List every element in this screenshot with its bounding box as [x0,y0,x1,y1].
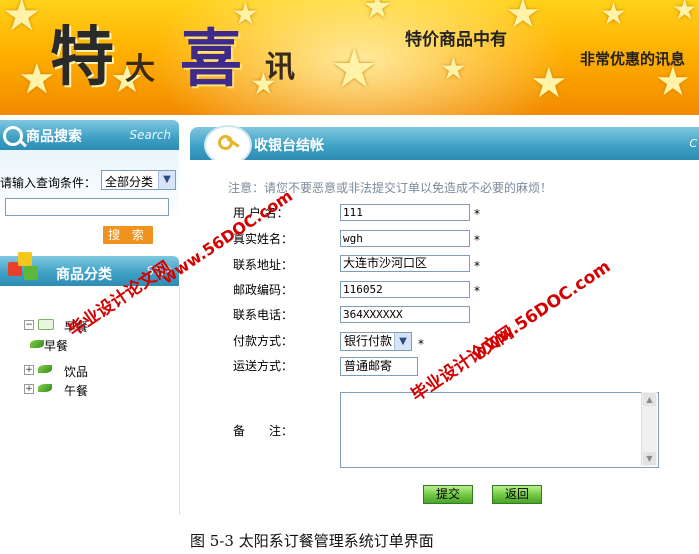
keyword-input[interactable] [5,198,169,216]
search-button[interactable]: 搜 索 [103,226,153,244]
postcode-field[interactable]: 116052 [340,281,470,298]
category-select[interactable]: 全部分类 ▼ [101,170,176,190]
cubes-icon [8,250,48,284]
scroll-down-icon[interactable]: ▼ [643,452,656,465]
remarks-frame: ▲ ▼ [340,392,657,466]
book-icon [38,319,54,330]
back-button[interactable]: 返回 [492,485,542,504]
star-decoration: ★ [330,37,379,100]
required-mark: * [418,337,424,351]
tree-leaf-label: 早餐 [44,339,69,353]
shipping-select[interactable]: 普通邮寄 [340,357,418,376]
star-decoration: ★ [505,0,541,37]
sort-panel-title: 商品分类 [56,267,112,283]
banner-subslogan: 非常优惠的讯息 [580,50,686,68]
checkout-title: 收银台结帐 [254,138,324,154]
leaf-icon [38,384,52,392]
required-mark: * [474,233,480,247]
star-decoration: ★ [362,0,393,27]
postcode-label: 邮政编码： [233,283,294,297]
figure-caption: 图 5-3 太阳系订餐管理系统订单界面 [190,532,434,550]
search-panel-header: 商品搜索 Search [0,120,179,150]
expand-icon[interactable]: + [24,384,34,394]
category-select-value: 全部分类 [105,175,154,189]
star-decoration: ★ [440,52,467,87]
checkout-header: 收银台结帐 C [190,125,699,165]
banner-char-2: 大 [125,52,155,87]
realname-field[interactable]: wgh [340,230,470,247]
shipping-label: 运送方式： [233,359,294,373]
tree-node-label: 饮品 [64,365,89,379]
chevron-down-icon[interactable]: ▼ [394,333,411,350]
required-mark: * [474,207,480,221]
collapse-icon[interactable]: − [24,320,34,330]
star-decoration: ★ [600,0,627,32]
search-panel-subtitle: Search [129,128,172,142]
phone-field[interactable]: 364XXXXXX [340,306,470,323]
scroll-up-icon[interactable]: ▲ [643,393,656,406]
remarks-scrollbar[interactable]: ▲ ▼ [641,392,657,466]
payment-select[interactable]: 银行付款 ▼ [340,332,412,351]
promo-banner: ★ ★ ★ ★ ★ ★ ★ ★ ★ ★ ★ ★ ★ 特 大 喜 讯 特价商品中有… [0,0,699,115]
star-decoration: ★ [530,58,568,107]
search-panel-title: 商品搜索 [26,129,82,145]
star-decoration: ★ [2,0,42,41]
banner-char-4: 讯 [265,50,295,85]
keys-icon [204,125,252,165]
required-mark: * [474,284,480,298]
username-field[interactable]: 111 [340,204,470,221]
remarks-label: 备 注： [233,424,294,438]
search-label: 请输入查询条件： [0,176,97,190]
search-panel: 请输入查询条件： 全部分类 ▼ 搜 索 [0,150,179,254]
banner-char-1: 特 [50,20,114,95]
address-field[interactable]: 大连市沙河口区 [340,255,470,272]
star-decoration: ★ [672,0,698,26]
chevron-down-icon[interactable]: ▼ [158,171,175,189]
search-icon [3,126,23,146]
leaf-icon [38,365,52,373]
shipping-select-value: 普通邮寄 [344,359,393,373]
payment-select-value: 银行付款 [344,334,393,348]
phone-label: 联系电话： [233,308,294,322]
header-corner-text: C [689,137,697,150]
expand-icon[interactable]: + [24,365,34,375]
required-mark: * [474,259,480,273]
tree-node-label: 午餐 [64,384,89,398]
leaf-icon [30,340,44,348]
address-label: 联系地址： [233,258,294,272]
payment-label: 付款方式： [233,334,294,348]
banner-char-3: 喜 [180,22,243,95]
banner-slogan: 特价商品中有 [405,30,507,50]
submit-button[interactable]: 提交 [423,485,473,504]
